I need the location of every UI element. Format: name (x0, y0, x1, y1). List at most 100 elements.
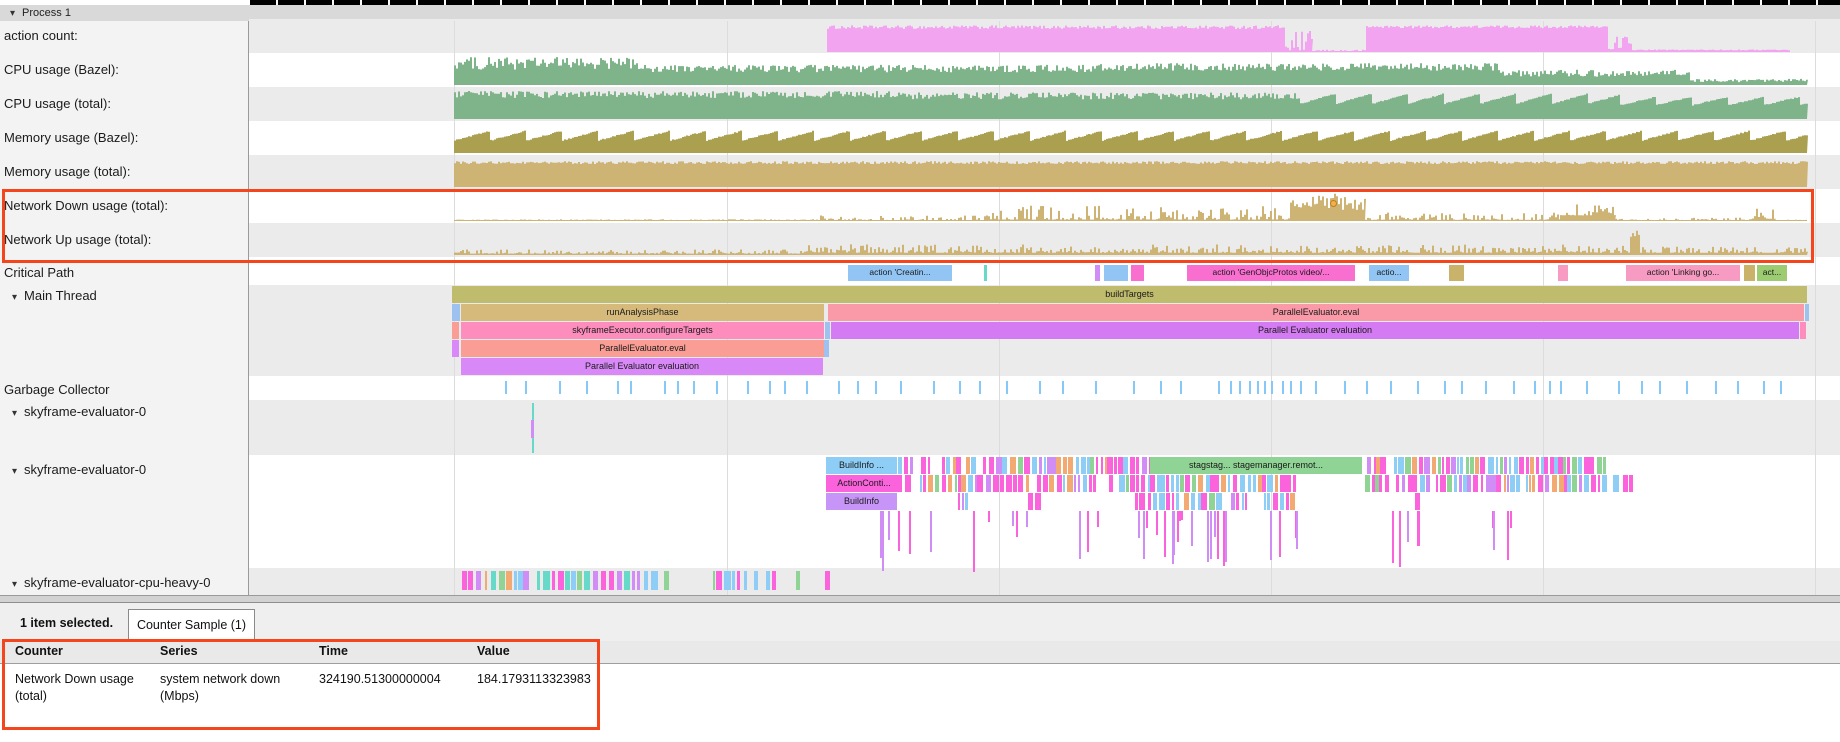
evaluator2-chip[interactable] (966, 457, 970, 474)
evaluator2-chip[interactable] (1233, 475, 1238, 492)
counter-track-network-up-usage[interactable] (249, 225, 1840, 255)
evaluator2-chip[interactable] (1153, 493, 1157, 510)
track-label-network-down-usage-total-[interactable]: Network Down usage (total): (4, 198, 168, 213)
cpu-heavy-chip[interactable] (565, 571, 570, 590)
main-thread-slice[interactable]: Parallel Evaluator evaluation (831, 322, 1799, 339)
evaluator2-slice[interactable]: ActionConti... (826, 475, 902, 492)
counter-track-action-count[interactable] (249, 22, 1840, 52)
evaluator2-chip[interactable] (1262, 475, 1266, 492)
evaluator2-chip[interactable] (977, 475, 983, 492)
evaluator2-chip[interactable] (1275, 475, 1278, 492)
gc-tick[interactable] (1062, 381, 1064, 394)
evaluator2-chip[interactable] (921, 457, 926, 474)
evaluator2-chip[interactable] (986, 475, 991, 492)
track-label-cpu-usage-bazel-[interactable]: CPU usage (Bazel): (4, 62, 119, 77)
gc-tick[interactable] (559, 381, 561, 394)
cpu-heavy-chip[interactable] (537, 571, 540, 590)
gc-tick[interactable] (1133, 381, 1135, 394)
cpu-heavy-chip[interactable] (825, 571, 830, 590)
track-label-action-count-[interactable]: action count: (4, 28, 78, 43)
evaluator2-chip[interactable] (1214, 475, 1219, 492)
evaluator2-chip[interactable] (1440, 475, 1446, 492)
main-thread-slice[interactable]: Parallel Evaluator evaluation (461, 358, 823, 375)
evaluator2-chip[interactable] (1567, 457, 1569, 474)
evaluator2-chip[interactable] (1424, 457, 1429, 474)
gc-tick[interactable] (1737, 381, 1739, 394)
evaluator2-chip[interactable] (1613, 475, 1619, 492)
gc-tick[interactable] (693, 381, 695, 394)
evaluator2-chip[interactable] (1096, 457, 1098, 474)
evaluator2-chip[interactable] (1130, 475, 1135, 492)
evaluator2-slice[interactable]: stagstag... stagemanager.remot... (1150, 457, 1362, 474)
cpu-heavy-chip[interactable] (514, 571, 516, 590)
evaluator2-chip[interactable] (1006, 475, 1012, 492)
evaluator2-chip[interactable] (1500, 457, 1503, 474)
cpu-heavy-chip[interactable] (518, 571, 523, 590)
cpu-heavy-chip[interactable] (506, 571, 512, 590)
gc-tick[interactable] (784, 381, 786, 394)
evaluator2-chip[interactable] (1253, 475, 1256, 492)
gc-tick[interactable] (1618, 381, 1620, 394)
main-thread-slice[interactable] (1800, 322, 1806, 339)
evaluator2-chip[interactable] (1588, 457, 1594, 474)
evaluator2-chip[interactable] (1544, 457, 1548, 474)
evaluator2-chip[interactable] (904, 457, 909, 474)
gc-tick[interactable] (1218, 381, 1220, 394)
evaluator2-chip[interactable] (1119, 475, 1124, 492)
gc-tick[interactable] (875, 381, 877, 394)
evaluator2-chip[interactable] (1519, 457, 1524, 474)
gc-tick[interactable] (1417, 381, 1419, 394)
counter-track-cpu-usage-total[interactable] (249, 89, 1840, 119)
evaluator2-chip[interactable] (1473, 475, 1478, 492)
gc-tick[interactable] (1780, 381, 1782, 394)
evaluator2-chip[interactable] (1578, 457, 1582, 474)
evaluator2-chip[interactable] (1532, 475, 1535, 492)
cpu-heavy-chip[interactable] (543, 571, 550, 590)
critical-path-slice[interactable]: action 'Linking go... (1626, 265, 1740, 281)
evaluator2-chip[interactable] (1150, 475, 1155, 492)
gc-tick[interactable] (1230, 381, 1232, 394)
evaluator2-chip[interactable] (1185, 475, 1189, 492)
evaluator2-chip[interactable] (1201, 493, 1207, 510)
evaluator2-chip[interactable] (996, 457, 1001, 474)
evaluator2-chip[interactable] (1024, 457, 1029, 474)
gc-tick[interactable] (1763, 381, 1765, 394)
cpu-heavy-chip[interactable] (664, 571, 669, 590)
evaluator2-chip[interactable] (1126, 475, 1129, 492)
evaluator2-chip[interactable] (1013, 475, 1017, 492)
evaluator2-chip[interactable] (1136, 457, 1139, 474)
evaluator2-chip[interactable] (1044, 457, 1046, 474)
track-label-main-thread[interactable]: ▾Main Thread (12, 288, 97, 303)
main-thread-slice[interactable]: buildTargets (452, 286, 1807, 303)
main-thread-slice[interactable] (825, 322, 830, 339)
gc-tick[interactable] (1485, 381, 1487, 394)
evaluator2-chip[interactable] (1496, 475, 1501, 492)
evaluator2-chip[interactable] (1579, 475, 1582, 492)
critical-path-slice[interactable] (984, 265, 987, 281)
evaluator2-chip[interactable] (1107, 457, 1113, 474)
gc-tick[interactable] (747, 381, 749, 394)
evaluator2-chip[interactable] (1426, 475, 1430, 492)
main-thread-slice[interactable]: ParallelEvaluator.eval (828, 304, 1804, 321)
cpu-heavy-chip[interactable] (523, 571, 528, 590)
evaluator2-chip[interactable] (1142, 457, 1147, 474)
evaluator2-chip[interactable] (1209, 493, 1215, 510)
evaluator2-chip[interactable] (1273, 493, 1279, 510)
evaluator2-chip[interactable] (1372, 475, 1375, 492)
collapse-icon[interactable]: ▾ (12, 579, 17, 590)
gc-tick[interactable] (586, 381, 588, 394)
evaluator2-chip[interactable] (1136, 475, 1139, 492)
evaluator2-chip[interactable] (1078, 475, 1080, 492)
evaluator2-chip[interactable] (1526, 457, 1529, 474)
track-row-band[interactable] (249, 257, 1840, 285)
track-label-memory-usage-bazel-[interactable]: Memory usage (Bazel): (4, 130, 138, 145)
evaluator2-chip[interactable] (1067, 475, 1072, 492)
evaluator2-chip[interactable] (1603, 457, 1605, 474)
evaluator2-chip[interactable] (1101, 457, 1103, 474)
gc-tick[interactable] (1006, 381, 1008, 394)
main-thread-slice[interactable] (1805, 304, 1809, 321)
gc-tick[interactable] (1180, 381, 1182, 394)
cpu-heavy-chip[interactable] (601, 571, 606, 590)
evaluator2-chip[interactable] (1629, 475, 1633, 492)
evaluator2-chip[interactable] (1166, 475, 1169, 492)
